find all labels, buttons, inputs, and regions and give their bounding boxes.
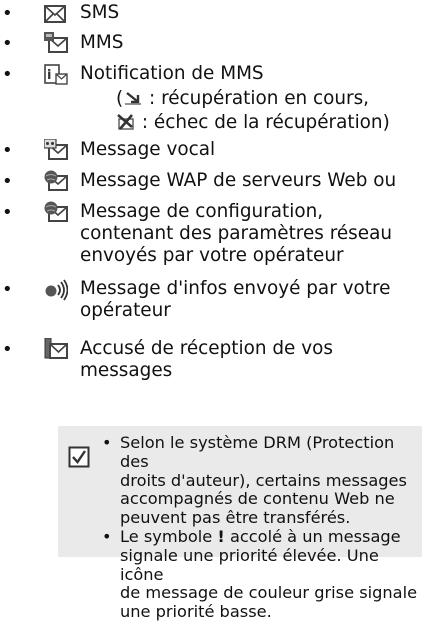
item-label-line: messages — [80, 360, 173, 381]
item-label: Notification de MMS — [80, 63, 264, 84]
bullet: • — [2, 33, 13, 54]
item-label-line: opérateur — [80, 300, 171, 321]
item-label-line: Accusé de réception de vos — [80, 338, 333, 359]
download-failed-icon — [116, 113, 136, 131]
voicemail-envelope-icon — [44, 139, 68, 161]
item-label: SMS — [80, 2, 120, 23]
checkbox-icon — [68, 446, 90, 468]
bullet: • — [2, 64, 13, 85]
svg-text:i: i — [47, 68, 51, 83]
bullet: • — [2, 339, 13, 360]
bullet: • — [2, 279, 13, 300]
item-label: Message vocal — [80, 139, 216, 160]
bullet: • — [102, 433, 112, 452]
item-label-line: Message de configuration, — [80, 201, 324, 222]
note-bullet: • Selon le système DRM (Protection des d… — [102, 433, 407, 528]
note-bullet: • Le symbole ! accolé à un message signa… — [102, 526, 418, 622]
note-list: • Selon le système DRM (Protection des d… — [100, 433, 418, 622]
envelope-icon — [44, 4, 66, 26]
bullet: • — [2, 3, 13, 24]
mms-status-line-2: : échec de la récupération) — [117, 111, 390, 135]
priority-symbol: ! — [217, 526, 225, 546]
item-label: MMS — [80, 32, 124, 53]
mms-envelope-icon — [44, 32, 68, 54]
bullet: • — [2, 202, 13, 223]
bullet: • — [2, 171, 13, 192]
receipt-envelope-icon — [44, 338, 68, 360]
item-label: Message WAP de serveurs Web ou — [80, 170, 397, 191]
mms-notification-icon: i — [44, 64, 68, 86]
item-label-line: Message d'infos envoyé par votre — [80, 278, 391, 299]
broadcast-icon — [44, 279, 68, 301]
mms-status-line-1: ( : récupération en cours, — [116, 88, 370, 109]
wap-envelope-icon — [44, 170, 68, 192]
item-label-line: envoyés par votre opérateur — [80, 245, 344, 266]
bullet: • — [2, 140, 13, 161]
config-envelope-icon — [44, 201, 68, 223]
downloading-arrow-icon — [123, 89, 143, 107]
note-box: • Selon le système DRM (Protection des d… — [58, 426, 422, 621]
item-label-line: contenant des paramètres réseau — [80, 223, 393, 244]
bullet: • — [102, 526, 112, 546]
